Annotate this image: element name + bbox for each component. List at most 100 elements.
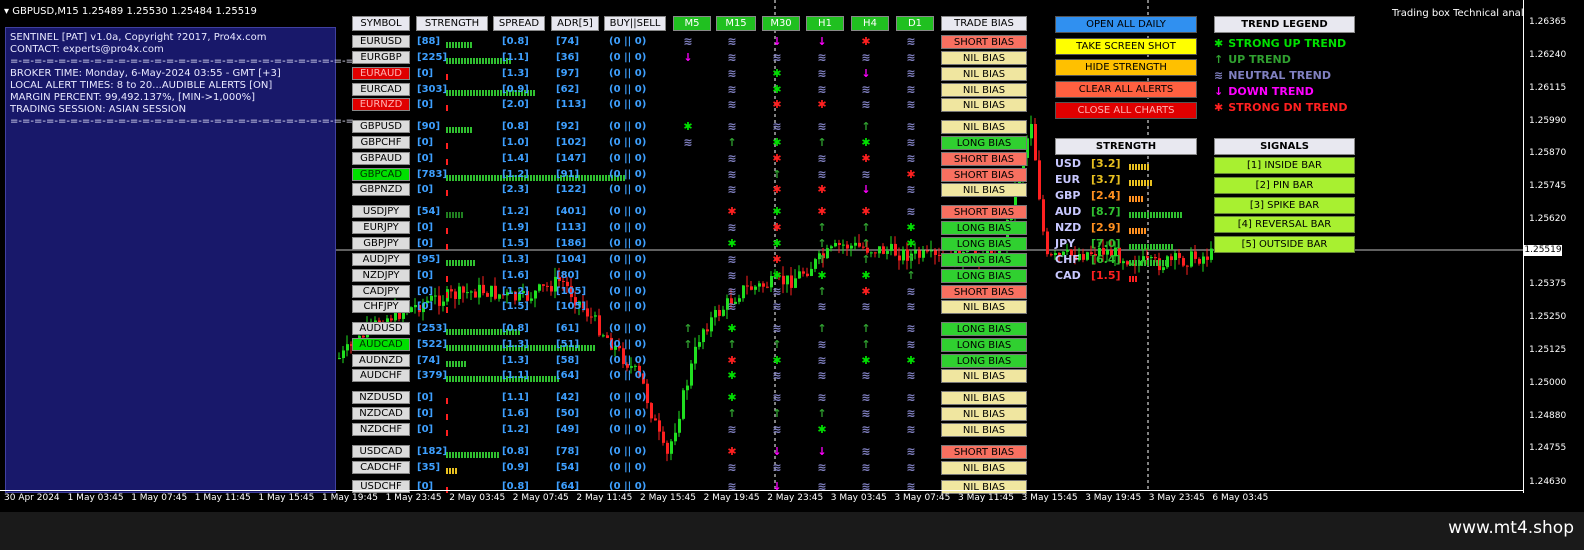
header-strength[interactable]: STRENGTH xyxy=(416,16,488,31)
up-trend-icon[interactable]: ↑ xyxy=(856,221,876,234)
neutral-trend-icon[interactable]: ≋ xyxy=(722,423,742,436)
symbol-button[interactable]: NZDCHF xyxy=(352,423,410,436)
symbol-button[interactable]: NZDJPY xyxy=(352,269,410,282)
up-trend-icon[interactable]: ↑ xyxy=(812,285,832,298)
strong-up-trend-icon[interactable]: ✱ xyxy=(856,136,876,149)
header-adr[interactable]: ADR[5] xyxy=(551,16,599,31)
symbol-button[interactable]: EURUSD xyxy=(352,35,410,48)
symbol-button[interactable]: AUDCAD xyxy=(352,338,410,351)
symbol-button[interactable]: EURGBP xyxy=(352,51,410,64)
neutral-trend-icon[interactable]: ≋ xyxy=(901,369,921,382)
strong-up-trend-icon[interactable]: ✱ xyxy=(856,269,876,282)
neutral-trend-icon[interactable]: ≋ xyxy=(901,461,921,474)
up-trend-icon[interactable]: ↑ xyxy=(856,120,876,133)
strong-down-trend-icon[interactable]: ✱ xyxy=(901,168,921,181)
neutral-trend-icon[interactable]: ≋ xyxy=(767,120,787,133)
up-trend-icon[interactable]: ↑ xyxy=(856,237,876,250)
neutral-trend-icon[interactable]: ≋ xyxy=(856,300,876,313)
neutral-trend-icon[interactable]: ≋ xyxy=(812,152,832,165)
symbol-button[interactable]: GBPUSD xyxy=(352,120,410,133)
up-trend-icon[interactable]: ↑ xyxy=(812,136,832,149)
neutral-trend-icon[interactable]: ≋ xyxy=(722,152,742,165)
neutral-trend-icon[interactable]: ≋ xyxy=(722,35,742,48)
strong-down-trend-icon[interactable]: ✱ xyxy=(812,183,832,196)
neutral-trend-icon[interactable]: ≋ xyxy=(901,285,921,298)
neutral-trend-icon[interactable]: ≋ xyxy=(812,168,832,181)
symbol-button[interactable]: EURJPY xyxy=(352,221,410,234)
header-tf-d1[interactable]: D1 xyxy=(896,16,934,31)
strong-down-trend-icon[interactable]: ✱ xyxy=(722,445,742,458)
up-trend-icon[interactable]: ↑ xyxy=(722,407,742,420)
header-trade-bias[interactable]: TRADE BIAS xyxy=(941,16,1027,31)
hide-strength-button[interactable]: HIDE STRENGTH xyxy=(1055,59,1197,76)
neutral-trend-icon[interactable]: ≋ xyxy=(678,136,698,149)
neutral-trend-icon[interactable]: ≋ xyxy=(901,423,921,436)
neutral-trend-icon[interactable]: ≋ xyxy=(901,51,921,64)
neutral-trend-icon[interactable]: ≋ xyxy=(901,136,921,149)
symbol-button[interactable]: EURCAD xyxy=(352,83,410,96)
strong-up-trend-icon[interactable]: ✱ xyxy=(901,237,921,250)
down-trend-icon[interactable]: ↓ xyxy=(767,445,787,458)
neutral-trend-icon[interactable]: ≋ xyxy=(722,98,742,111)
neutral-trend-icon[interactable]: ≋ xyxy=(678,35,698,48)
up-trend-icon[interactable]: ↑ xyxy=(901,269,921,282)
neutral-trend-icon[interactable]: ≋ xyxy=(901,391,921,404)
strong-up-trend-icon[interactable]: ✱ xyxy=(767,136,787,149)
neutral-trend-icon[interactable]: ≋ xyxy=(767,423,787,436)
neutral-trend-icon[interactable]: ≋ xyxy=(722,461,742,474)
symbol-button[interactable]: AUDJPY xyxy=(352,253,410,266)
neutral-trend-icon[interactable]: ≋ xyxy=(812,338,832,351)
neutral-trend-icon[interactable]: ≋ xyxy=(767,369,787,382)
strong-up-trend-icon[interactable]: ✱ xyxy=(901,221,921,234)
header-tf-m5[interactable]: M5 xyxy=(673,16,711,31)
symbol-button[interactable]: EURNZD xyxy=(352,98,410,111)
symbol-button[interactable]: AUDNZD xyxy=(352,354,410,367)
strong-up-trend-icon[interactable]: ✱ xyxy=(678,120,698,133)
header-buysell[interactable]: BUY||SELL xyxy=(604,16,666,31)
neutral-trend-icon[interactable]: ≋ xyxy=(722,183,742,196)
up-trend-icon[interactable]: ↑ xyxy=(812,221,832,234)
strong-up-trend-icon[interactable]: ✱ xyxy=(812,269,832,282)
neutral-trend-icon[interactable]: ≋ xyxy=(767,322,787,335)
neutral-trend-icon[interactable]: ≋ xyxy=(722,120,742,133)
symbol-button[interactable]: NZDUSD xyxy=(352,391,410,404)
neutral-trend-icon[interactable]: ≋ xyxy=(767,285,787,298)
strong-down-trend-icon[interactable]: ✱ xyxy=(812,98,832,111)
strong-down-trend-icon[interactable]: ✱ xyxy=(767,253,787,266)
neutral-trend-icon[interactable]: ≋ xyxy=(767,51,787,64)
strong-down-trend-icon[interactable]: ✱ xyxy=(856,205,876,218)
neutral-trend-icon[interactable]: ≋ xyxy=(856,369,876,382)
down-trend-icon[interactable]: ↓ xyxy=(856,183,876,196)
up-trend-icon[interactable]: ↑ xyxy=(678,338,698,351)
neutral-trend-icon[interactable]: ≋ xyxy=(812,83,832,96)
symbol-button[interactable]: CADCHF xyxy=(352,461,410,474)
strong-up-trend-icon[interactable]: ✱ xyxy=(812,423,832,436)
neutral-trend-icon[interactable]: ≋ xyxy=(856,461,876,474)
neutral-trend-icon[interactable]: ≋ xyxy=(812,300,832,313)
neutral-trend-icon[interactable]: ≋ xyxy=(722,285,742,298)
up-trend-icon[interactable]: ↑ xyxy=(856,338,876,351)
up-trend-icon[interactable]: ↑ xyxy=(812,237,832,250)
symbol-button[interactable]: USDCAD xyxy=(352,445,410,458)
strong-down-trend-icon[interactable]: ✱ xyxy=(722,354,742,367)
strong-up-trend-icon[interactable]: ✱ xyxy=(901,354,921,367)
neutral-trend-icon[interactable]: ≋ xyxy=(722,221,742,234)
up-trend-icon[interactable]: ↑ xyxy=(812,407,832,420)
down-trend-icon[interactable]: ↓ xyxy=(767,35,787,48)
neutral-trend-icon[interactable]: ≋ xyxy=(901,35,921,48)
neutral-trend-icon[interactable]: ≋ xyxy=(722,168,742,181)
symbol-button[interactable]: AUDCHF xyxy=(352,369,410,382)
strong-down-trend-icon[interactable]: ✱ xyxy=(856,285,876,298)
strong-up-trend-icon[interactable]: ✱ xyxy=(767,205,787,218)
up-trend-icon[interactable]: ↑ xyxy=(678,322,698,335)
strong-down-trend-icon[interactable]: ✱ xyxy=(812,205,832,218)
down-trend-icon[interactable]: ↓ xyxy=(812,35,832,48)
header-tf-h1[interactable]: H1 xyxy=(806,16,844,31)
neutral-trend-icon[interactable]: ≋ xyxy=(901,152,921,165)
strong-up-trend-icon[interactable]: ✱ xyxy=(767,67,787,80)
header-symbol[interactable]: SYMBOL xyxy=(352,16,410,31)
neutral-trend-icon[interactable]: ≋ xyxy=(767,391,787,404)
neutral-trend-icon[interactable]: ≋ xyxy=(767,300,787,313)
down-trend-icon[interactable]: ↓ xyxy=(856,67,876,80)
header-spread[interactable]: SPREAD xyxy=(493,16,545,31)
